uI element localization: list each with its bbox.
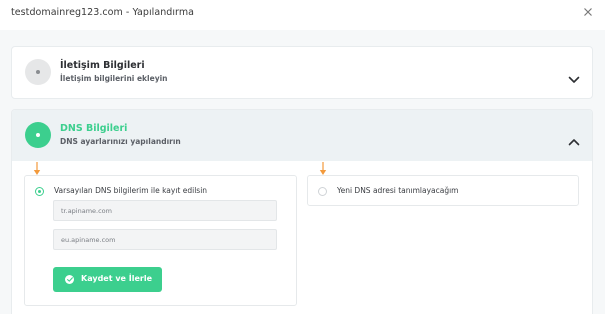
dns-option-custom[interactable]: Yeni DNS adresi tanımlayacağım (307, 175, 579, 206)
dns-section-title: DNS Bilgileri (60, 123, 128, 134)
save-and-continue-button[interactable]: Kaydet ve İlerle (53, 267, 162, 292)
chevron-up-icon[interactable] (568, 131, 580, 146)
contact-section-card[interactable]: İletişim Bilgileri İletişim bilgilerini … (11, 46, 593, 99)
down-arrow-icon (33, 161, 41, 175)
dns-option-default[interactable]: Varsayılan DNS bilgilerim ile kayıt edil… (24, 175, 297, 306)
option-label-default-dns: Varsayılan DNS bilgilerim ile kayıt edil… (54, 186, 208, 195)
radio-default-dns[interactable] (35, 187, 44, 196)
dns-section-header[interactable]: DNS Bilgileri DNS ayarlarınızı yapılandı… (12, 110, 592, 161)
modal-body: İletişim Bilgileri İletişim bilgilerini … (0, 30, 605, 314)
option-label-custom-dns: Yeni DNS adresi tanımlayacağım (337, 186, 459, 195)
save-button-label: Kaydet ve İlerle (81, 274, 153, 283)
radio-custom-dns[interactable] (318, 187, 327, 196)
nameserver-2-input[interactable] (53, 229, 277, 250)
step-indicator-contact (25, 59, 51, 85)
check-circle-icon (65, 275, 74, 284)
nameserver-1-input[interactable] (53, 200, 277, 221)
step-indicator-dns (25, 122, 51, 148)
modal-title: testdomainreg123.com - Yapılandırma (11, 7, 195, 18)
contact-section-title: İletişim Bilgileri (60, 60, 145, 71)
chevron-down-icon[interactable] (568, 69, 580, 83)
down-arrow-icon (319, 161, 327, 175)
dns-section-card: DNS Bilgileri DNS ayarlarınızı yapılandı… (11, 109, 593, 314)
close-icon[interactable] (581, 4, 595, 18)
modal-header: testdomainreg123.com - Yapılandırma (0, 0, 605, 30)
dns-section-subtitle: DNS ayarlarınızı yapılandırın (60, 137, 181, 146)
contact-section-subtitle: İletişim bilgilerini ekleyin (60, 74, 168, 83)
